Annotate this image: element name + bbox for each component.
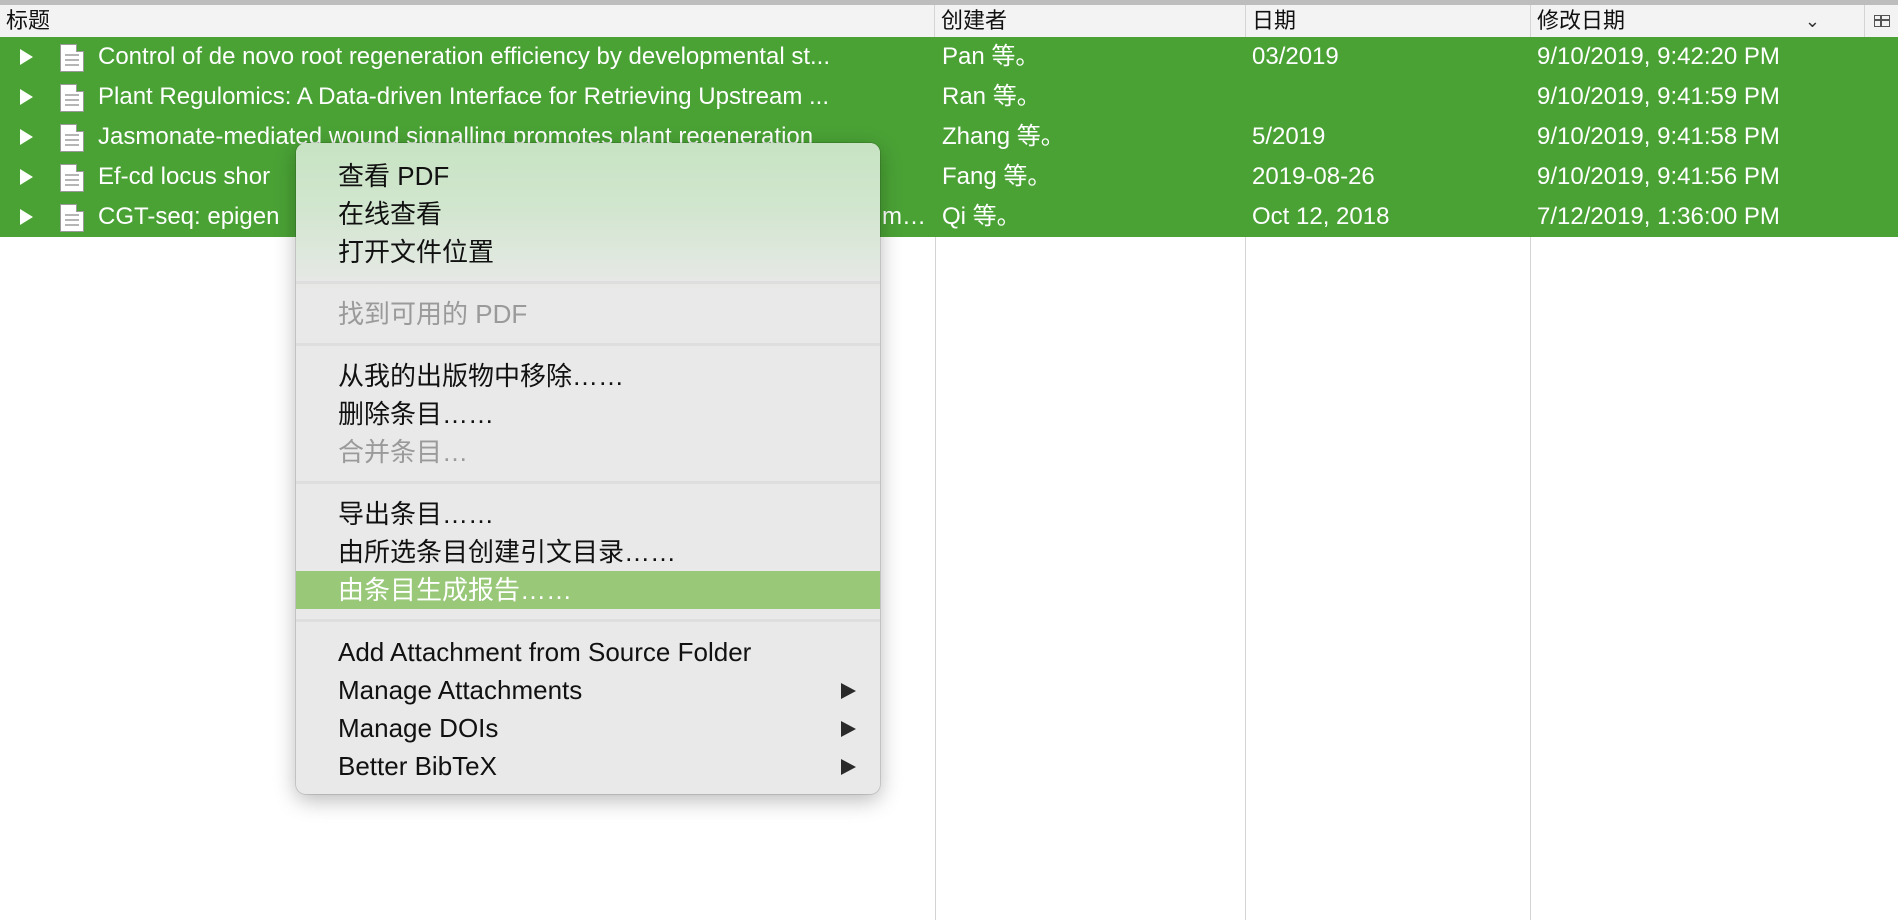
row-date: 2019-08-26 — [1252, 163, 1375, 190]
table-row[interactable]: Ef-cd locus shor Fang 等。 2019-08-26 9/10… — [0, 157, 1898, 197]
table-row[interactable]: Plant Regulomics: A Data-driven Interfac… — [0, 77, 1898, 117]
document-icon — [60, 164, 84, 192]
table-row[interactable]: Control of de novo root regeneration eff… — [0, 37, 1898, 77]
menu-item-delete[interactable]: 删除条目…… — [296, 395, 880, 433]
row-creator: Ran 等。 — [942, 83, 1041, 110]
menu-item-label: Manage Attachments — [338, 675, 583, 705]
menu-item-view-online[interactable]: 在线查看 — [296, 195, 880, 233]
row-creator: Qi 等。 — [942, 203, 1021, 230]
menu-item-label: Better BibTeX — [338, 751, 497, 781]
column-header-modified[interactable]: 修改日期 ⌄ — [1531, 5, 1864, 37]
menu-item-manage-attachments[interactable]: Manage Attachments — [296, 671, 880, 709]
row-modified: 9/10/2019, 9:41:56 PM — [1537, 163, 1780, 190]
menu-item-show-file[interactable]: 打开文件位置 — [296, 233, 880, 271]
disclosure-triangle-icon[interactable] — [20, 209, 33, 225]
menu-item-label: Manage DOIs — [338, 713, 499, 743]
disclosure-triangle-icon[interactable] — [20, 49, 33, 65]
row-title: Ef-cd locus shor — [98, 163, 271, 190]
menu-item-better-bibtex[interactable]: Better BibTeX — [296, 747, 880, 785]
column-header-creator[interactable]: 创建者 — [935, 5, 1246, 37]
menu-item-merge[interactable]: 合并条目… — [296, 433, 880, 471]
row-modified: 9/10/2019, 9:41:58 PM — [1537, 123, 1780, 150]
document-icon — [60, 204, 84, 232]
menu-item-add-attachment[interactable]: Add Attachment from Source Folder — [296, 633, 880, 671]
row-creator: Zhang 等。 — [942, 123, 1065, 150]
column-header-title[interactable]: 标题 — [0, 5, 935, 37]
menu-item-generate-report[interactable]: 由条目生成报告…… — [296, 571, 880, 609]
row-modified: 7/12/2019, 1:36:00 PM — [1537, 203, 1780, 230]
disclosure-triangle-icon[interactable] — [20, 89, 33, 105]
submenu-arrow-icon — [841, 683, 856, 699]
menu-separator — [296, 619, 880, 622]
column-header-date[interactable]: 日期 — [1246, 5, 1531, 37]
menu-separator — [296, 481, 880, 484]
row-date: 5/2019 — [1252, 123, 1326, 150]
document-icon — [60, 124, 84, 152]
menu-item-create-bibliography[interactable]: 由所选条目创建引文目录…… — [296, 533, 880, 571]
table-row[interactable]: CGT-seq: epigen me... Qi 等。 Oct 12, 2018… — [0, 197, 1898, 237]
chevron-down-icon[interactable]: ⌄ — [1805, 5, 1820, 37]
disclosure-triangle-icon[interactable] — [20, 169, 33, 185]
menu-item-find-pdf[interactable]: 找到可用的 PDF — [296, 295, 880, 333]
menu-item-view-pdf[interactable]: 查看 PDF — [296, 157, 880, 195]
menu-item-remove-publications[interactable]: 从我的出版物中移除…… — [296, 357, 880, 395]
row-title: Control of de novo root regeneration eff… — [98, 43, 830, 70]
menu-separator — [296, 281, 880, 284]
row-date: 03/2019 — [1252, 43, 1339, 70]
items-list: Control of de novo root regeneration eff… — [0, 37, 1898, 237]
table-row[interactable]: Jasmonate-mediated wound signalling prom… — [0, 117, 1898, 157]
column-header-modified-label: 修改日期 — [1537, 8, 1626, 33]
row-title: Plant Regulomics: A Data-driven Interfac… — [98, 83, 829, 110]
document-icon — [60, 84, 84, 112]
row-modified: 9/10/2019, 9:41:59 PM — [1537, 83, 1780, 110]
disclosure-triangle-icon[interactable] — [20, 129, 33, 145]
row-creator: Fang 等。 — [942, 163, 1052, 190]
row-date — [1252, 77, 1528, 117]
row-modified: 9/10/2019, 9:42:20 PM — [1537, 43, 1780, 70]
submenu-arrow-icon — [841, 759, 856, 775]
column-picker-icon[interactable] — [1864, 5, 1898, 37]
row-title: CGT-seq: epigen — [98, 203, 280, 230]
row-title-tail: me... — [882, 203, 932, 230]
submenu-arrow-icon — [841, 721, 856, 737]
menu-item-manage-dois[interactable]: Manage DOIs — [296, 709, 880, 747]
menu-item-export[interactable]: 导出条目…… — [296, 495, 880, 533]
row-date: Oct 12, 2018 — [1252, 203, 1390, 230]
menu-separator — [296, 343, 880, 346]
context-menu: 查看 PDF 在线查看 打开文件位置 找到可用的 PDF 从我的出版物中移除……… — [296, 143, 880, 794]
column-header-bar: 标题 创建者 日期 修改日期 ⌄ — [0, 5, 1898, 38]
row-creator: Pan 等。 — [942, 43, 1040, 70]
document-icon — [60, 44, 84, 72]
